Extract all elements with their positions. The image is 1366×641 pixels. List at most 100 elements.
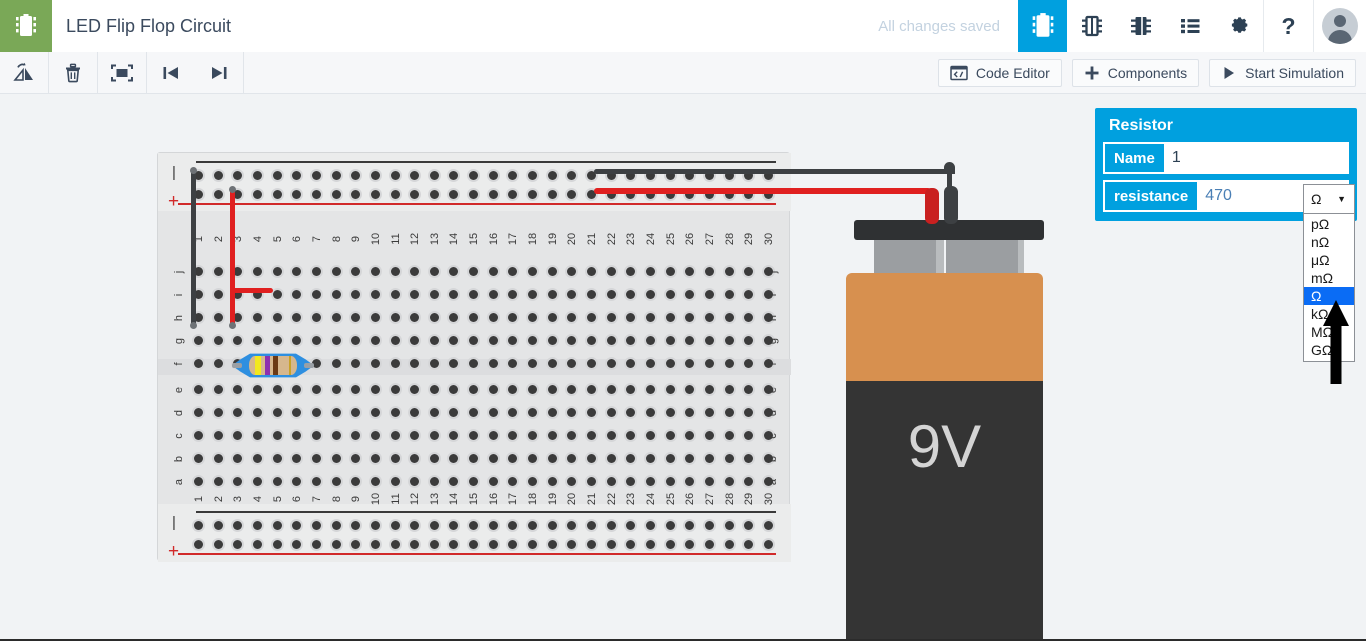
breadboard-hole[interactable] (429, 267, 439, 276)
breadboard-hole[interactable] (645, 290, 655, 299)
breadboard-hole[interactable] (606, 267, 616, 276)
breadboard-hole[interactable] (528, 190, 538, 199)
breadboard-hole[interactable] (606, 454, 616, 463)
breadboard-hole[interactable] (626, 385, 636, 394)
page-title[interactable]: LED Flip Flop Circuit (66, 16, 231, 37)
unit-option[interactable]: mΩ (1304, 269, 1354, 287)
breadboard-hole[interactable] (292, 267, 302, 276)
breadboard-hole[interactable] (429, 336, 439, 345)
breadboard-hole[interactable] (370, 385, 380, 394)
breadboard-hole[interactable] (488, 359, 498, 368)
breadboard-hole[interactable] (685, 290, 695, 299)
breadboard-hole[interactable] (488, 477, 498, 486)
breadboard-hole[interactable] (272, 408, 282, 417)
breadboard-hole[interactable] (724, 431, 734, 440)
breadboard-hole[interactable] (488, 313, 498, 322)
resistor-component[interactable] (232, 352, 314, 379)
breadboard-hole[interactable] (744, 267, 754, 276)
breadboard-hole[interactable] (606, 477, 616, 486)
breadboard-hole[interactable] (252, 521, 262, 530)
breadboard-hole[interactable] (508, 454, 518, 463)
breadboard-hole[interactable] (252, 431, 262, 440)
breadboard-hole[interactable] (390, 336, 400, 345)
breadboard-hole[interactable] (665, 521, 675, 530)
breadboard-hole[interactable] (567, 267, 577, 276)
breadboard-hole[interactable] (645, 267, 655, 276)
breadboard-hole[interactable] (311, 190, 321, 199)
breadboard-hole[interactable] (292, 408, 302, 417)
breadboard-hole[interactable] (704, 313, 714, 322)
fit-to-screen-button[interactable] (98, 52, 146, 93)
breadboard-hole[interactable] (704, 521, 714, 530)
breadboard-hole[interactable] (528, 431, 538, 440)
breadboard-hole[interactable] (645, 408, 655, 417)
breadboard-hole[interactable] (292, 290, 302, 299)
wire-black-to-battery-horizontal[interactable] (594, 169, 952, 174)
breadboard-hole[interactable] (331, 477, 341, 486)
breadboard-hole[interactable] (449, 477, 459, 486)
breadboard-hole[interactable] (626, 408, 636, 417)
breadboard-hole[interactable] (194, 431, 203, 440)
breadboard-hole[interactable] (449, 431, 459, 440)
breadboard-hole[interactable] (685, 313, 695, 322)
breadboard-hole[interactable] (744, 385, 754, 394)
breadboard-hole[interactable] (213, 171, 223, 180)
breadboard-hole[interactable] (429, 521, 439, 530)
breadboard-hole[interactable] (704, 477, 714, 486)
breadboard-hole[interactable] (488, 431, 498, 440)
breadboard-hole[interactable] (194, 336, 203, 345)
breadboard-hole[interactable] (606, 408, 616, 417)
breadboard-hole[interactable] (645, 521, 655, 530)
breadboard-hole[interactable] (194, 540, 203, 549)
unit-option[interactable]: Ω (1304, 287, 1354, 305)
breadboard-hole[interactable] (272, 477, 282, 486)
breadboard-hole[interactable] (567, 477, 577, 486)
breadboard-hole[interactable] (587, 408, 596, 417)
breadboard-hole[interactable] (272, 431, 282, 440)
breadboard-hole[interactable] (744, 290, 754, 299)
breadboard-hole[interactable] (665, 336, 675, 345)
breadboard-hole[interactable] (410, 313, 420, 322)
breadboard-hole[interactable] (547, 477, 557, 486)
breadboard-hole[interactable] (252, 190, 262, 199)
breadboard-hole[interactable] (606, 431, 616, 440)
breadboard-hole[interactable] (194, 454, 203, 463)
breadboard-hole[interactable] (626, 290, 636, 299)
breadboard-hole[interactable] (311, 521, 321, 530)
breadboard-hole[interactable] (370, 540, 380, 549)
breadboard-hole[interactable] (704, 540, 714, 549)
breadboard-hole[interactable] (724, 540, 734, 549)
breadboard-hole[interactable] (410, 290, 420, 299)
breadboard-hole[interactable] (587, 290, 596, 299)
breadboard-hole[interactable] (311, 385, 321, 394)
breadboard-hole[interactable] (645, 385, 655, 394)
breadboard-hole[interactable] (567, 408, 577, 417)
breadboard-hole[interactable] (213, 190, 223, 199)
breadboard-hole[interactable] (704, 359, 714, 368)
breadboard-hole[interactable] (311, 454, 321, 463)
breadboard-hole[interactable] (449, 454, 459, 463)
breadboard-hole[interactable] (587, 521, 596, 530)
breadboard-hole[interactable] (252, 171, 262, 180)
breadboard-hole[interactable] (626, 267, 636, 276)
breadboard-hole[interactable] (252, 540, 262, 549)
breadboard-hole[interactable] (194, 385, 203, 394)
breadboard-hole[interactable] (724, 477, 734, 486)
breadboard-hole[interactable] (331, 359, 341, 368)
breadboard-hole[interactable] (252, 385, 262, 394)
unit-option[interactable]: GΩ (1304, 341, 1354, 359)
breadboard-hole[interactable] (213, 385, 223, 394)
breadboard-hole[interactable] (390, 267, 400, 276)
breadboard-hole[interactable] (547, 171, 557, 180)
breadboard-hole[interactable] (449, 385, 459, 394)
breadboard-hole[interactable] (724, 521, 734, 530)
breadboard-hole[interactable] (390, 190, 400, 199)
breadboard-hole[interactable] (351, 313, 361, 322)
breadboard-hole[interactable] (272, 540, 282, 549)
avatar[interactable] (1314, 0, 1366, 52)
breadboard-hole[interactable] (370, 359, 380, 368)
breadboard-hole[interactable] (449, 290, 459, 299)
breadboard-hole[interactable] (370, 477, 380, 486)
breadboard-hole[interactable] (528, 290, 538, 299)
breadboard-hole[interactable] (508, 336, 518, 345)
